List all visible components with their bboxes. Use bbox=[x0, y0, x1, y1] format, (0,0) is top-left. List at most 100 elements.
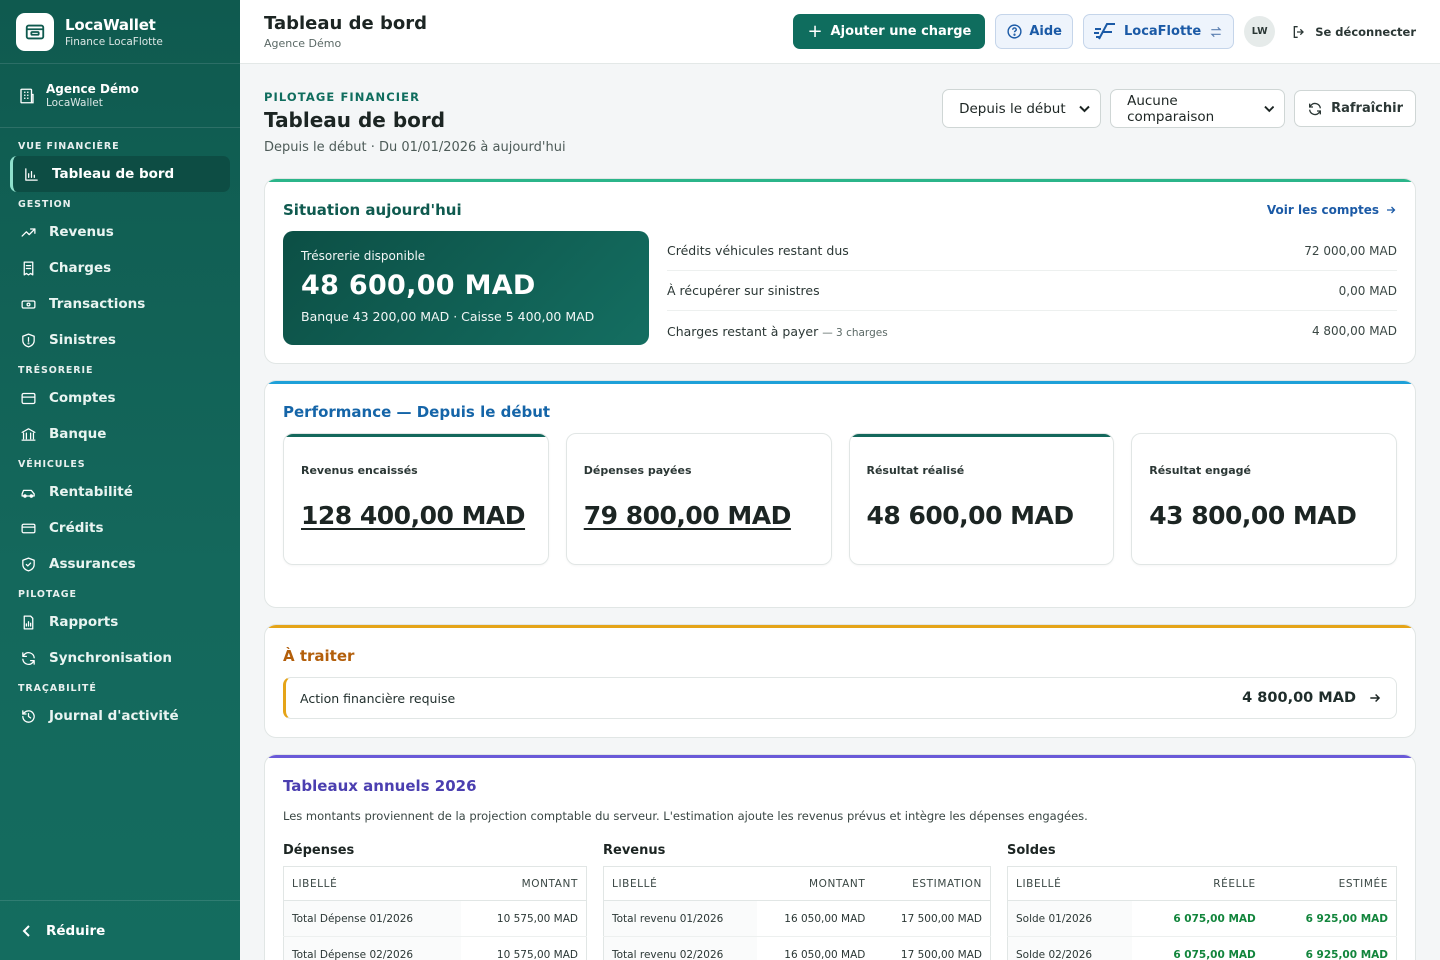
receipt-icon bbox=[23, 260, 34, 276]
report-icon bbox=[23, 614, 34, 630]
situation-rows: Crédits véhicules restant dus 72 000,00 … bbox=[667, 231, 1397, 351]
arrow-right-icon bbox=[1370, 693, 1381, 703]
building-icon bbox=[20, 88, 34, 103]
table-cell: Solde 01/2026 bbox=[1007, 900, 1132, 937]
kpi-card[interactable]: Revenus encaissés 128 400,00 MAD bbox=[283, 433, 549, 565]
collapse-sidebar-button[interactable]: Réduire bbox=[0, 900, 240, 960]
period-select-value: Depuis le début bbox=[959, 100, 1066, 117]
locaflotte-switch-button[interactable]: LocaFlotte bbox=[1082, 14, 1235, 49]
situation-row-value: 0,00 MAD bbox=[1338, 283, 1397, 298]
topbar: Tableau de bord Agence Démo + Ajouter un… bbox=[240, 0, 1440, 64]
table-row: Solde 02/2026 6 075,00 MAD 6 925,00 MAD bbox=[1007, 936, 1397, 960]
kpi-card[interactable]: Dépenses payées 79 800,00 MAD bbox=[565, 433, 832, 565]
todo-item-amount: 4 800,00 MAD bbox=[1242, 690, 1356, 706]
sidebar-item-sinistres[interactable]: Sinistres bbox=[0, 322, 240, 358]
situation-row: Crédits véhicules restant dus 72 000,00 … bbox=[667, 231, 1397, 271]
locaflotte-label: LocaFlotte bbox=[1123, 24, 1202, 39]
kpi-value: 48 600,00 MAD bbox=[866, 501, 1075, 530]
kpi-accent-bar bbox=[849, 434, 1114, 437]
table-header-cell: MONTANT bbox=[460, 866, 587, 901]
sidebar-item-revenus[interactable]: Revenus bbox=[0, 214, 240, 250]
plus-icon: + bbox=[807, 21, 823, 42]
table-cell: 6 925,00 MAD bbox=[1263, 900, 1397, 937]
see-accounts-link[interactable]: Voir les comptes bbox=[1267, 203, 1397, 217]
performance-title: Performance — Depuis le début bbox=[283, 403, 551, 421]
performance-card: Performance — Depuis le début Revenus en… bbox=[264, 380, 1416, 608]
sidebar-item-label: Comptes bbox=[49, 390, 116, 406]
kpi-label: Résultat réalisé bbox=[866, 464, 965, 477]
annual-accent-bar bbox=[265, 755, 1415, 758]
table-header-row: LIBELLÉ MONTANT bbox=[283, 866, 587, 901]
treasury-label: Trésorerie disponible bbox=[301, 249, 426, 263]
sidebar-item-comptes[interactable]: Comptes bbox=[0, 380, 240, 416]
nav-section-label: PILOTAGE bbox=[18, 589, 77, 600]
sidebar-item-charges[interactable]: Charges bbox=[0, 250, 240, 286]
table-cell: Total Dépense 01/2026 bbox=[283, 900, 461, 937]
agency-switcher[interactable]: Agence Démo LocaWallet bbox=[0, 64, 240, 128]
kpi-value[interactable]: 79 800,00 MAD bbox=[584, 501, 814, 530]
help-label: Aide bbox=[1029, 24, 1062, 39]
sidebar: LocaWallet Finance LocaFlotte Agence Dém… bbox=[0, 0, 240, 960]
sidebar-item-label: Transactions bbox=[49, 296, 146, 312]
sidebar-item-credits[interactable]: Crédits bbox=[0, 510, 240, 546]
help-button[interactable]: Aide bbox=[995, 14, 1073, 49]
collapse-label: Réduire bbox=[46, 922, 106, 939]
sidebar-item-label: Revenus bbox=[49, 224, 114, 240]
trend-up-icon bbox=[21, 227, 36, 237]
kpi-value[interactable]: 128 400,00 MAD bbox=[301, 501, 531, 530]
sidebar-item-rentabilite[interactable]: Rentabilité bbox=[0, 474, 240, 510]
arrow-right-icon bbox=[1387, 206, 1396, 214]
main: Tableau de bord Agence Démo + Ajouter un… bbox=[240, 0, 1440, 960]
table-header-row: LIBELLÉ RÉELLE ESTIMÉE bbox=[1007, 866, 1397, 901]
todo-item[interactable]: Action financière requise 4 800,00 MAD bbox=[283, 677, 1397, 719]
comparison-select[interactable]: Aucune comparaison bbox=[1110, 89, 1286, 128]
todo-accent-bar bbox=[265, 625, 1415, 628]
refresh-icon bbox=[1309, 102, 1322, 115]
chevron-down-icon bbox=[1079, 105, 1090, 112]
balances-table: LIBELLÉ RÉELLE ESTIMÉE Solde 01/2026 6 075,0… bbox=[1007, 866, 1397, 960]
treasury-panel: Trésorerie disponible 48 600,00 MAD Banq… bbox=[283, 231, 649, 345]
balances-table-block: Soldes LIBELLÉ RÉELLE ESTIMÉE Solde 01/2026… bbox=[1007, 843, 1397, 960]
sidebar-item-label: Tableau de bord bbox=[52, 166, 175, 182]
balances-table-title: Soldes bbox=[1007, 843, 1056, 858]
brand-subtitle: Finance LocaFlotte bbox=[65, 35, 163, 48]
table-cell: 16 050,00 MAD bbox=[756, 936, 874, 960]
sidebar-item-banque[interactable]: Banque bbox=[0, 416, 240, 452]
switch-arrows-icon bbox=[1210, 26, 1222, 37]
history-icon bbox=[22, 709, 35, 723]
refresh-button[interactable]: Rafraîchir bbox=[1294, 90, 1416, 127]
treasury-split: Banque 43 200,00 MAD · Caisse 5 400,00 M… bbox=[301, 309, 595, 324]
kpi-label: Revenus encaissés bbox=[301, 464, 418, 477]
content: PILOTAGE FINANCIER Tableau de bord Depui… bbox=[240, 64, 1440, 960]
situation-row-sub: — 3 charges bbox=[822, 326, 888, 339]
sidebar-item-transactions[interactable]: Transactions bbox=[0, 286, 240, 322]
table-row: Total Dépense 01/2026 10 575,00 MAD bbox=[283, 900, 587, 937]
table-cell: 10 575,00 MAD bbox=[460, 936, 587, 960]
sidebar-item-label: Assurances bbox=[49, 556, 136, 572]
situation-row-label: À récupérer sur sinistres bbox=[667, 283, 820, 298]
expenses-table: LIBELLÉ MONTANT Total Dépense 01/2026 10 57… bbox=[283, 866, 587, 960]
sidebar-item-assurances[interactable]: Assurances bbox=[0, 546, 240, 582]
expenses-table-block: Dépenses LIBELLÉ MONTANT Total Dépense 01/… bbox=[283, 843, 587, 960]
sidebar-nav: VUE FINANCIÈRE Tableau de bord GESTION Reve… bbox=[0, 128, 240, 734]
add-charge-button[interactable]: + Ajouter une charge bbox=[793, 14, 986, 49]
situation-accent-bar bbox=[265, 179, 1415, 182]
nav-section-label: TRÉSORERIE bbox=[18, 365, 94, 376]
sidebar-item-label: Synchronisation bbox=[49, 650, 173, 666]
sidebar-item-label: Crédits bbox=[49, 520, 104, 536]
bank-icon bbox=[21, 427, 36, 441]
bar-chart-icon bbox=[25, 167, 38, 181]
nav-section-label: VUE FINANCIÈRE bbox=[18, 141, 120, 152]
sidebar-item-synchronisation[interactable]: Synchronisation bbox=[0, 640, 240, 676]
logout-label: Se déconnecter bbox=[1315, 24, 1416, 39]
sidebar-item-journal-d-activite[interactable]: Journal d'activité bbox=[0, 698, 240, 734]
avatar[interactable]: LW bbox=[1244, 16, 1276, 47]
logout-button[interactable]: Se déconnecter bbox=[1291, 24, 1416, 40]
sidebar-item-tableau-de-bord[interactable]: Tableau de bord bbox=[10, 156, 230, 192]
sidebar-item-rapports[interactable]: Rapports bbox=[0, 604, 240, 640]
period-select[interactable]: Depuis le début bbox=[942, 89, 1102, 128]
table-header-row: LIBELLÉ MONTANT ESTIMATION bbox=[603, 866, 991, 901]
brand[interactable]: LocaWallet Finance LocaFlotte bbox=[0, 0, 240, 64]
nav-section-label: VÉHICULES bbox=[18, 459, 86, 470]
see-accounts-label: Voir les comptes bbox=[1266, 203, 1379, 217]
